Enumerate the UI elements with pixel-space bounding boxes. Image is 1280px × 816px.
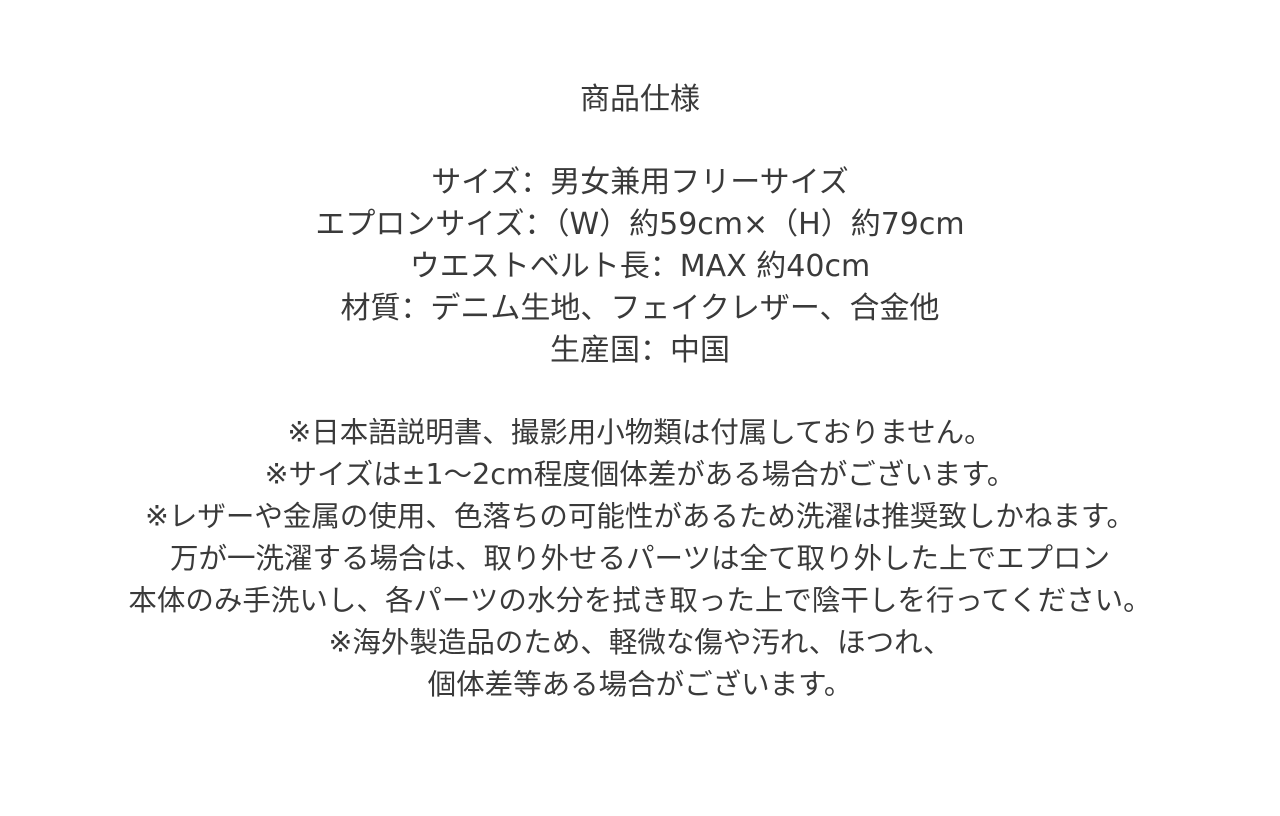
note-line: ※海外製造品のため、軽微な傷や汚れ、ほつれ、 (328, 626, 952, 659)
spec-apron-size: エプロンサイズ：（W）約59cm×（H）約79cm (315, 207, 965, 242)
spec-country-of-origin: 生産国：中国 (550, 333, 730, 368)
spec-waist-belt-length: ウエストベルト長：MAX 約40cm (409, 249, 871, 284)
note-line: ※サイズは±1〜2cm程度個体差がある場合がございます。 (264, 458, 1016, 491)
note-line: ※日本語説明書、撮影用小物類は付属しておりません。 (287, 416, 993, 449)
spec-material: 材質：デニム生地、フェイクレザー、合金他 (340, 291, 940, 326)
note-line: 本体のみ手洗いし、各パーツの水分を拭き取った上で陰干しを行ってください。 (128, 584, 1152, 617)
product-spec-page: 商品仕様 サイズ：男女兼用フリーサイズ エプロンサイズ：（W）約59cm×（H）… (0, 0, 1280, 816)
spec-size: サイズ：男女兼用フリーサイズ (431, 165, 849, 200)
note-line: ※レザーや金属の使用、色落ちの可能性があるため洗濯は推奨致しかねます。 (144, 500, 1136, 533)
note-line: 万が一洗濯する場合は、取り外せるパーツは全て取り外した上でエプロン (170, 542, 1110, 575)
note-line: 個体差等ある場合がございます。 (427, 668, 853, 701)
spec-list: サイズ：男女兼用フリーサイズ エプロンサイズ：（W）約59cm×（H）約79cm… (0, 162, 1280, 372)
notes-list: ※日本語説明書、撮影用小物類は付属しておりません。 ※サイズは±1〜2cm程度個… (0, 412, 1280, 706)
page-title: 商品仕様 (580, 82, 700, 117)
